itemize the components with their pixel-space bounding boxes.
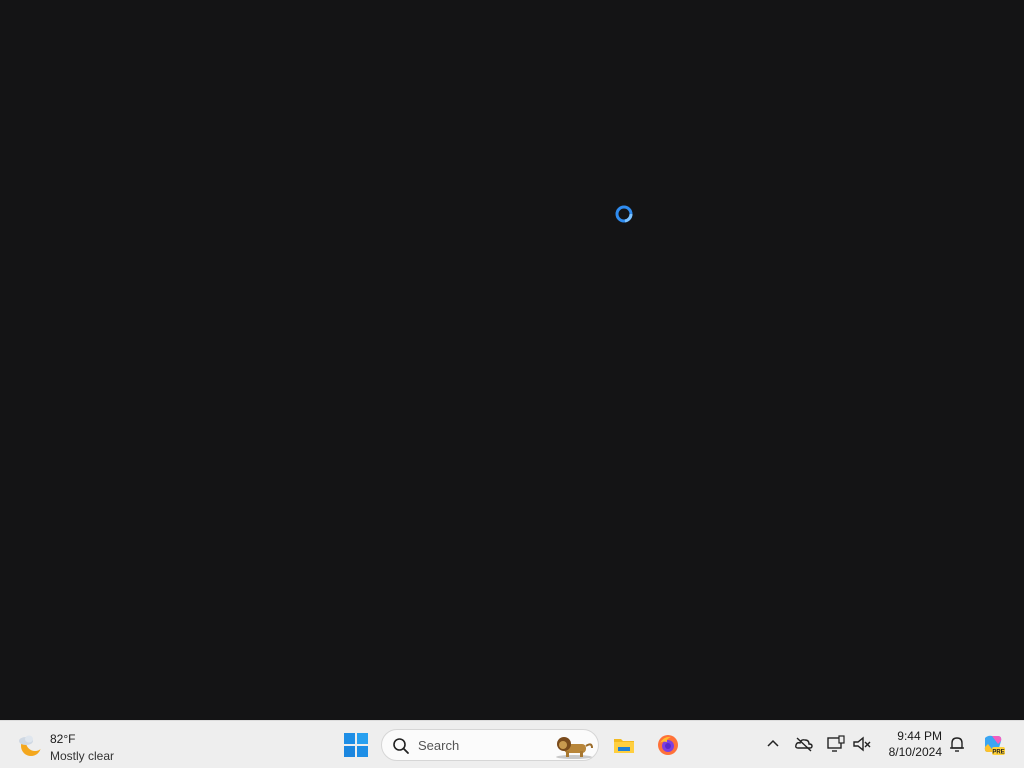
weather-condition: Mostly clear [50,749,115,763]
clock-time: 9:44 PM [897,729,942,743]
file-explorer-button[interactable] [607,729,641,761]
weather-temperature: 82°F [50,732,76,746]
weather-widget[interactable]: 82°F Mostly clear [12,725,132,765]
loading-spinner-icon [615,205,633,223]
copilot-pre-icon[interactable]: PRE [980,732,1006,758]
speaker-muted-icon[interactable] [851,733,873,755]
chevron-up-icon[interactable] [762,733,784,755]
svg-text:PRE: PRE [992,749,1004,755]
search-icon [393,738,409,754]
firefox-button[interactable] [651,729,685,761]
firefox-icon [658,735,678,755]
clock-date: 8/10/2024 [888,745,942,759]
search-input[interactable]: Search [381,729,599,761]
search-placeholder: Search [418,738,460,753]
desktop[interactable] [0,0,1024,720]
moon-cloud-icon [19,733,44,756]
notification-bell-icon[interactable] [946,733,968,755]
folder-icon [614,739,634,753]
clock[interactable]: 9:44 PM 8/10/2024 [880,728,942,760]
lion-search-highlight-icon [556,737,593,759]
onedrive-offline-icon[interactable] [793,733,815,755]
display-icon[interactable] [825,733,847,755]
start-button[interactable] [340,729,372,761]
taskbar: 82°F Mostly clear Search 9:44 PM 8/10/20… [0,720,1024,768]
windows-start-icon [344,733,368,757]
